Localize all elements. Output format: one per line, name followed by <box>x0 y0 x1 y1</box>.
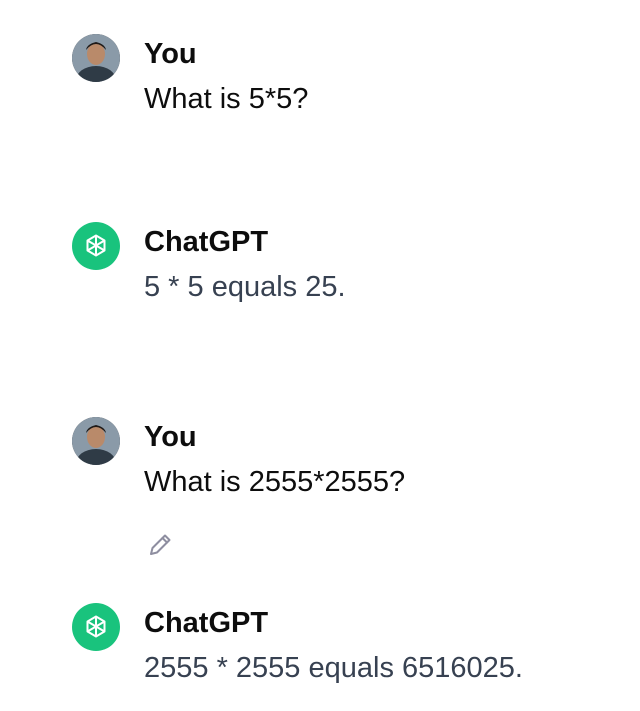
openai-logo-icon <box>86 615 106 638</box>
message-text: What is 2555*2555? <box>144 466 406 498</box>
message-text: 5 * 5 equals 25. <box>144 271 346 303</box>
edit-message-button[interactable] <box>144 529 176 561</box>
message-text: 2555 * 2555 equals 6516025. <box>144 652 523 684</box>
message-assistant-2: ChatGPT 2555 * 2555 equals 6516025. <box>72 603 632 693</box>
user-avatar-icon <box>72 34 120 82</box>
message-assistant-1: ChatGPT 5 * 5 equals 25. <box>72 222 632 312</box>
user-avatar <box>72 34 120 82</box>
message-user-1: You What is 5*5? <box>72 34 632 124</box>
openai-logo-icon <box>86 234 106 257</box>
assistant-avatar <box>72 222 120 270</box>
message-user-2: You What is 2555*2555? <box>72 417 632 567</box>
user-avatar <box>72 417 120 465</box>
message-author: ChatGPT <box>144 607 269 639</box>
message-author: You <box>144 421 197 453</box>
assistant-avatar <box>72 603 120 651</box>
message-text: What is 5*5? <box>144 83 309 115</box>
message-author: ChatGPT <box>144 226 269 258</box>
user-avatar-icon <box>72 417 120 465</box>
pencil-icon <box>150 534 171 555</box>
message-author: You <box>144 38 197 70</box>
